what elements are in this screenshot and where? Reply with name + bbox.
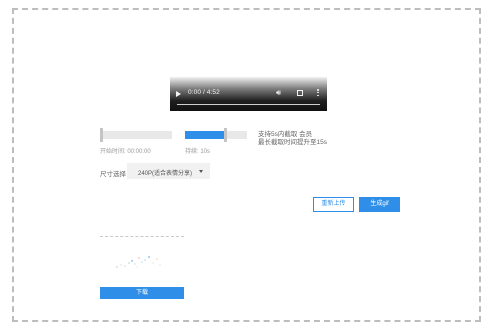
upload-area-frame	[12, 8, 481, 322]
size-label: 尺寸选择	[100, 171, 126, 178]
duration-label: 持续: 10s	[185, 149, 211, 155]
gif-preview-image	[116, 256, 161, 268]
generate-gif-button[interactable]: 生成gif	[359, 197, 400, 212]
fullscreen-icon[interactable]	[297, 90, 303, 96]
size-select-value: 240P(适合表情分享)	[138, 170, 193, 177]
play-icon[interactable]	[176, 91, 181, 97]
preview-divider	[100, 236, 184, 237]
start-time-label: 开始时间: 00:00:00	[100, 149, 151, 155]
duration-slider[interactable]	[185, 128, 247, 142]
duration-handle[interactable]	[224, 128, 228, 142]
member-notice-line1: 支持5s内截取 会员	[258, 131, 313, 138]
start-time-slider[interactable]	[100, 128, 172, 142]
start-time-handle[interactable]	[100, 128, 103, 142]
member-notice: 支持5s内截取 会员 最长截取时间提升至15s	[258, 131, 327, 147]
reupload-button[interactable]: 重新上传	[313, 197, 354, 212]
video-progress-bar[interactable]	[177, 103, 320, 105]
member-notice-line2: 最长截取时间提升至15s	[258, 139, 327, 146]
video-player[interactable]: 0:00 / 4:52 🔊︎	[170, 77, 327, 111]
video-controls: 0:00 / 4:52 🔊︎	[170, 83, 327, 111]
video-time: 0:00 / 4:52	[188, 89, 220, 96]
more-options-icon[interactable]	[317, 89, 319, 97]
size-select[interactable]: 240P(适合表情分享)	[127, 163, 210, 179]
download-button[interactable]: 下载	[100, 287, 184, 299]
chevron-down-icon	[199, 170, 203, 173]
duration-fill	[185, 131, 226, 139]
volume-icon[interactable]: 🔊︎	[276, 89, 281, 97]
